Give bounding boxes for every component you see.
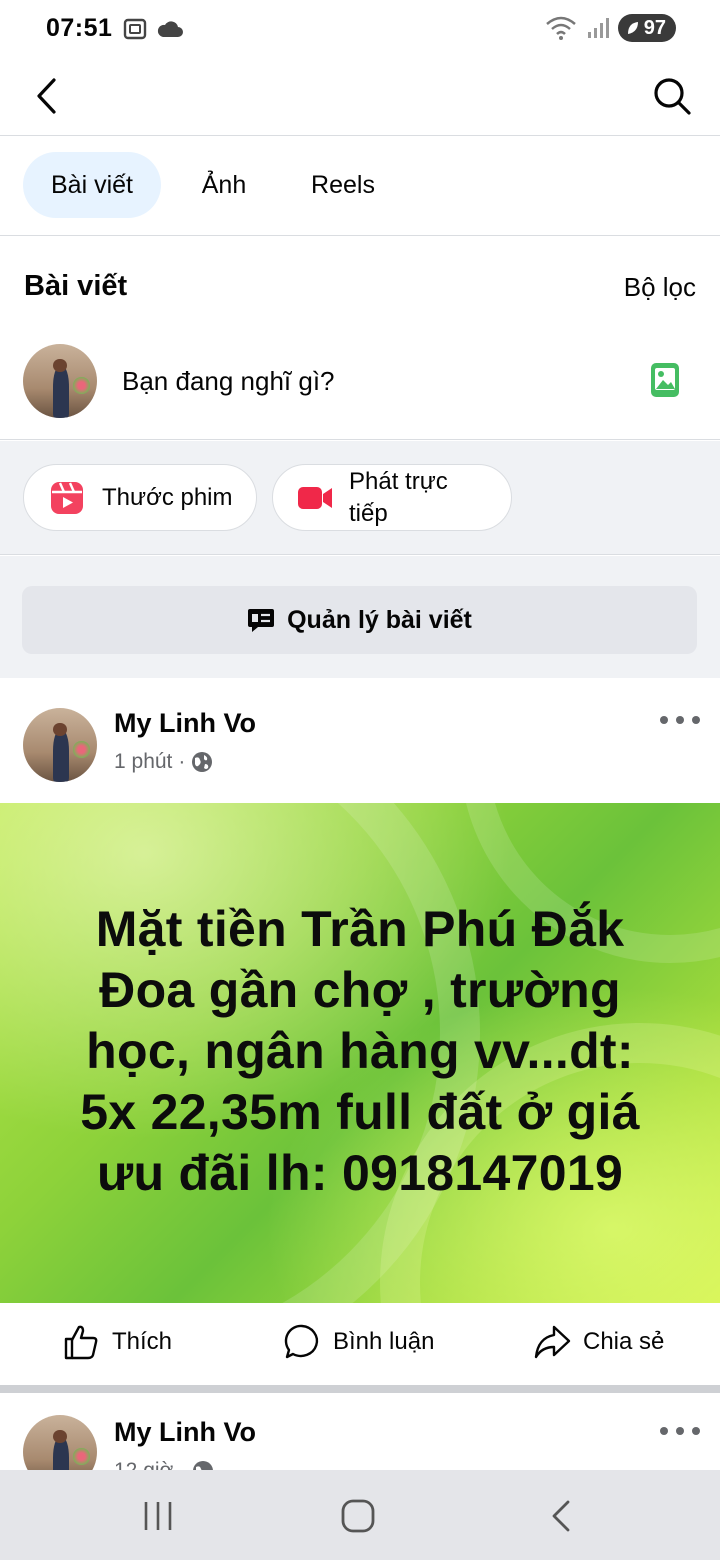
screenshot-icon <box>123 18 147 40</box>
home-icon <box>341 1499 375 1533</box>
post-avatar[interactable] <box>23 1415 97 1470</box>
share-button[interactable]: Chia sẻ <box>533 1323 664 1361</box>
tab-photos[interactable]: Ảnh <box>180 152 268 218</box>
like-icon <box>64 1325 98 1360</box>
meta-separator: · <box>178 750 186 773</box>
quick-actions: Thước phim Phát trực tiếp <box>0 441 720 555</box>
more-dot <box>676 716 684 724</box>
back-button[interactable] <box>26 74 66 118</box>
comment-icon <box>284 1324 319 1359</box>
cloud-icon <box>157 21 183 37</box>
more-dot <box>660 1427 668 1435</box>
tab-posts[interactable]: Bài viết <box>23 152 161 218</box>
meta-separator: · <box>179 1459 186 1470</box>
home-button[interactable] <box>340 1498 376 1534</box>
post-meta: 12 giờ · <box>114 1459 214 1470</box>
manage-posts-label: Quản lý bài viết <box>287 605 472 634</box>
share-icon <box>534 1325 571 1359</box>
profile-tabs: Bài viết Ảnh Reels <box>0 136 720 236</box>
post-author[interactable]: My Linh Vo <box>114 708 256 739</box>
reel-icon <box>51 481 83 514</box>
section-title: Bài viết <box>24 270 128 302</box>
add-photo-button[interactable] <box>650 362 680 398</box>
recent-apps-icon <box>144 1502 172 1530</box>
top-bar <box>0 60 720 136</box>
more-dot <box>676 1427 684 1435</box>
like-label: Thích <box>112 1328 173 1355</box>
wifi-icon <box>545 16 576 40</box>
comment-label: Bình luận <box>333 1328 435 1355</box>
tab-reels[interactable]: Reels <box>290 152 396 218</box>
search-icon <box>654 78 691 115</box>
post-divider <box>0 1385 720 1393</box>
back-arrow-icon <box>37 78 56 114</box>
live-video-button[interactable]: Phát trực tiếp <box>272 464 512 531</box>
manage-posts-area: Quản lý bài viết <box>0 556 720 678</box>
photo-icon <box>651 363 679 397</box>
post-more-button[interactable] <box>660 1421 700 1441</box>
avatar[interactable] <box>23 344 97 418</box>
more-dot <box>692 1427 700 1435</box>
post-image[interactable]: Mặt tiền Trần Phú Đắk Đoa gần chợ , trườ… <box>0 803 720 1303</box>
globe-icon <box>192 752 213 772</box>
recent-apps-button[interactable] <box>138 1498 178 1534</box>
post-card: My Linh Vo 12 giờ · <box>0 1393 720 1470</box>
reel-button[interactable]: Thước phim <box>23 464 257 531</box>
post-time[interactable]: 1 phút <box>114 750 172 774</box>
status-bar: 07:51 97 <box>0 0 720 60</box>
manage-posts-icon <box>248 609 275 632</box>
post-more-button[interactable] <box>660 710 700 730</box>
post-avatar[interactable] <box>23 708 97 782</box>
like-button[interactable]: Thích <box>62 1323 172 1361</box>
status-time: 07:51 <box>46 14 113 42</box>
share-label: Chia sẻ <box>583 1328 665 1355</box>
signal-icon <box>587 18 609 38</box>
live-video-label: Phát trực tiếp <box>349 467 448 527</box>
more-dot <box>692 716 700 724</box>
post-time[interactable]: 12 giờ <box>114 1459 173 1470</box>
post-composer: Bạn đang nghĩ gì? <box>0 336 720 440</box>
manage-posts-button[interactable]: Quản lý bài viết <box>22 586 697 654</box>
post-author[interactable]: My Linh Vo <box>114 1417 256 1448</box>
comment-button[interactable]: Bình luận <box>283 1323 434 1361</box>
system-nav-bar <box>0 1470 720 1560</box>
live-video-icon <box>298 486 332 509</box>
post-actions: Thích Bình luận Chia sẻ <box>0 1303 720 1383</box>
composer-input[interactable]: Bạn đang nghĩ gì? <box>122 366 335 397</box>
nav-back-button[interactable] <box>546 1498 576 1534</box>
leaf-icon <box>627 22 638 34</box>
battery-indicator: 97 <box>617 14 676 42</box>
battery-level: 97 <box>643 16 666 39</box>
back-nav-icon <box>552 1500 570 1532</box>
post-image-text: Mặt tiền Trần Phú Đắk Đoa gần chợ , trườ… <box>80 901 640 1201</box>
reel-label: Thước phim <box>102 483 233 511</box>
posts-section-header: Bài viết Bộ lọc <box>0 236 720 336</box>
search-button[interactable] <box>650 74 694 118</box>
post-meta: 1 phút · <box>114 750 213 774</box>
filter-button[interactable]: Bộ lọc <box>624 272 696 303</box>
more-dot <box>660 716 668 724</box>
globe-icon <box>193 1461 214 1470</box>
